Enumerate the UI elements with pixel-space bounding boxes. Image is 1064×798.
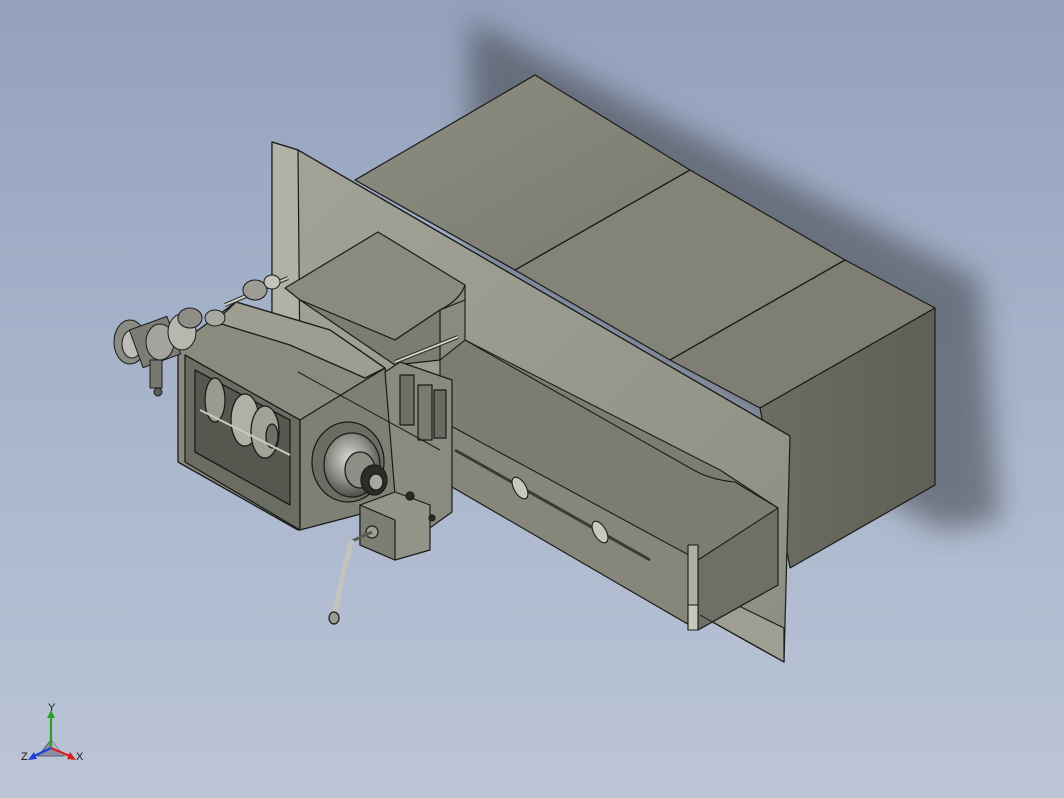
graphics-viewport[interactable]: Y X Z	[0, 0, 1064, 798]
x-axis-label: X	[76, 751, 84, 763]
z-axis-label: Z	[21, 751, 28, 763]
cad-model-view[interactable]	[0, 0, 1064, 798]
y-axis-arrow	[47, 710, 55, 748]
axis-triad: Y X Z	[21, 702, 84, 763]
y-axis-label: Y	[48, 702, 56, 714]
